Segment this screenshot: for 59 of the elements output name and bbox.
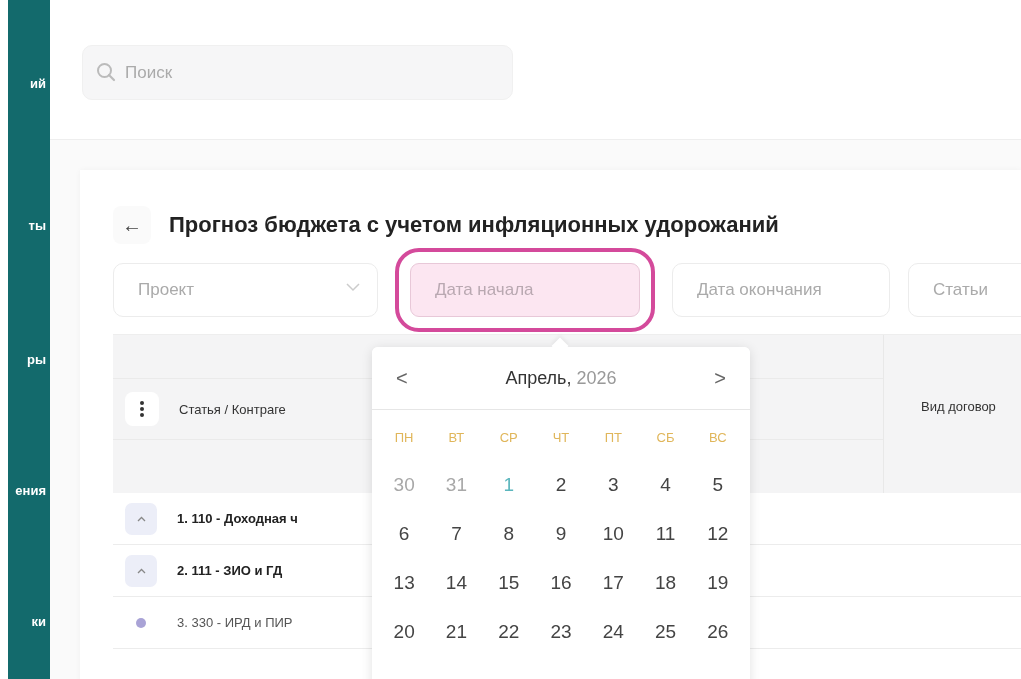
calendar-day[interactable]: 5 (691, 460, 744, 509)
weekday-label: СБ (655, 429, 676, 447)
search-field[interactable]: Поиск (82, 45, 513, 100)
chevron-up-icon (136, 515, 146, 522)
sidebar-item[interactable]: ки (31, 614, 46, 629)
table-cell: 1. 110 - Доходная ч (177, 511, 298, 526)
calendar-day[interactable]: 24 (587, 607, 640, 656)
sidebar-item[interactable]: ий (30, 76, 46, 91)
expand-toggle-button[interactable] (125, 554, 157, 587)
table-cell: 2. 111 - ЗИО и ГД (177, 563, 283, 578)
weekday-label: ПН (393, 429, 415, 447)
calendar-day[interactable]: 21 (430, 607, 483, 656)
column-header: Вид договор (921, 399, 996, 414)
weekday-label: СР (498, 429, 519, 447)
calendar-day[interactable]: 23 (534, 607, 588, 656)
calendar-day[interactable]: 3 (587, 460, 640, 509)
table-cell: 3. 330 - ИРД и ПИР (177, 615, 293, 630)
calendar-day[interactable]: 8 (482, 509, 535, 558)
calendar-day[interactable]: 17 (587, 558, 640, 607)
next-month-button[interactable]: > (710, 366, 730, 390)
calendar-day[interactable]: 9 (534, 509, 588, 558)
calendar-day[interactable]: 6 (378, 509, 431, 558)
chevron-up-icon (136, 567, 146, 574)
calendar-day[interactable]: 11 (639, 509, 692, 558)
calendar-day[interactable]: 22 (482, 607, 535, 656)
calendar-month-title: Апрель, 2026 (505, 367, 617, 389)
expand-toggle-button[interactable] (125, 502, 157, 535)
calendar-day[interactable]: 25 (639, 607, 692, 656)
sidebar-item[interactable]: ты (28, 218, 46, 233)
calendar-day[interactable]: 14 (430, 558, 483, 607)
search-icon (96, 62, 116, 82)
sidebar-item[interactable]: ры (26, 352, 46, 367)
calendar-day[interactable]: 16 (534, 558, 588, 607)
kebab-icon (140, 401, 144, 417)
previous-month-button[interactable]: < (392, 366, 412, 390)
calendar-day[interactable]: 18 (639, 558, 692, 607)
date-field[interactable]: Дата окончания (672, 263, 890, 317)
weekday-label: ВС (708, 429, 728, 447)
sidebar-item[interactable]: ения (15, 483, 46, 498)
calendar-day[interactable]: 19 (691, 558, 744, 607)
calendar-day[interactable]: 10 (587, 509, 640, 558)
calendar-day[interactable]: 12 (691, 509, 744, 558)
calendar-day[interactable]: 26 (691, 607, 744, 656)
weekday-label: ВТ (447, 429, 466, 447)
chevron-down-icon (346, 283, 360, 292)
articles-field[interactable]: Статьи (908, 263, 1021, 317)
weekday-label: ПТ (603, 429, 623, 447)
column-menu-button[interactable] (125, 392, 159, 426)
project-select[interactable]: Проект (113, 263, 378, 317)
column-header: Статья / Контраге (179, 401, 286, 417)
back-button[interactable]: ← (113, 206, 151, 244)
calendar-day[interactable]: 7 (430, 509, 483, 558)
calendar-day[interactable]: 2 (534, 460, 588, 509)
calendar-day[interactable]: 13 (378, 558, 431, 607)
calendar-day[interactable]: 20 (378, 607, 431, 656)
calendar-day[interactable]: 15 (482, 558, 535, 607)
calendar-day[interactable]: 4 (639, 460, 692, 509)
weekday-label: ЧТ (551, 429, 571, 447)
page-title: Прогноз бюджета с учетом инфляционных удорожаний (169, 212, 779, 238)
